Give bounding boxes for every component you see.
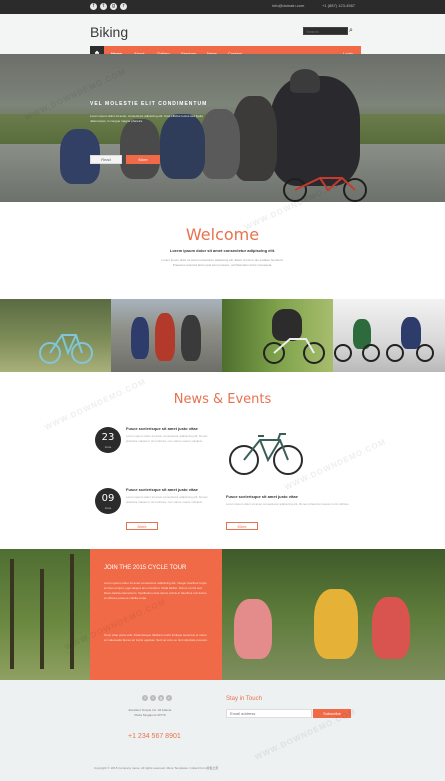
hero-headline: VEL MOLESTIE ELIT CONDIMENTUM xyxy=(90,101,208,107)
newsletter-subscribe-button[interactable]: Subscribe xyxy=(313,709,351,718)
gallery-photo-rider-motion[interactable] xyxy=(222,299,333,372)
race-cyclist xyxy=(181,315,201,361)
welcome-subtitle: Lorem ipsum dolor sit amet consectetur a… xyxy=(169,248,276,253)
gallery-photo-bike-grass[interactable] xyxy=(0,299,111,372)
event-date-badge: 23 June xyxy=(95,427,121,453)
twitter-icon[interactable]: t xyxy=(150,695,156,701)
hero-banner: VEL MOLESTIE ELIT CONDIMENTUM Lorem ipsu… xyxy=(0,54,445,202)
footer-address: Excellent Temple Inc. 26 Adama Plaza Sin… xyxy=(128,708,172,717)
tour-text: Lorem ipsum dolor sit amet consectetur a… xyxy=(104,581,207,600)
top-email[interactable]: info@domain.com xyxy=(272,3,304,8)
facebook-icon[interactable]: f xyxy=(142,695,148,701)
google-plus-icon[interactable]: g xyxy=(158,695,164,701)
race-cyclist xyxy=(131,317,149,359)
welcome-text: Lorem ipsum dolor sit amet consectetur a… xyxy=(161,258,284,267)
google-plus-icon[interactable]: g xyxy=(110,3,117,10)
tour-cyclist xyxy=(234,599,272,659)
event-month: June xyxy=(104,445,112,449)
news-title: News & Events xyxy=(173,392,272,407)
event-date-badge: 09 June xyxy=(95,488,121,514)
event-text: Lorem ipsum dolor sit amet consectetur a… xyxy=(126,495,208,504)
footer: f t g r Excellent Temple Inc. 26 Adama P… xyxy=(0,680,445,781)
site-logo[interactable]: Biking xyxy=(90,24,128,40)
tour-text: Nunc vitae porta velit. Pellentesque hab… xyxy=(104,633,208,642)
top-bar: f t g r info@domain.com +1 (887) 123-456… xyxy=(0,0,445,14)
twitter-icon[interactable]: t xyxy=(100,3,107,10)
hero-helmet xyxy=(290,69,320,93)
event-more-button[interactable]: More xyxy=(226,522,258,530)
search-icon[interactable]: ⌕ xyxy=(349,26,353,35)
rss-icon[interactable]: r xyxy=(120,3,127,10)
photo-strip xyxy=(0,299,445,372)
tour-cyclist xyxy=(372,597,410,659)
tour-info-box: JOIN THE 2015 CYCLE TOUR Lorem ipsum dol… xyxy=(90,549,222,680)
gallery-photo-race-street[interactable] xyxy=(111,299,222,372)
event-day: 09 xyxy=(101,493,115,504)
hero-more-button[interactable]: More xyxy=(126,155,160,164)
tour-title: JOIN THE 2015 CYCLE TOUR xyxy=(104,565,187,571)
event-text: Lorem ipsum dolor sit amet consectetur a… xyxy=(126,434,208,443)
tour-section: JOIN THE 2015 CYCLE TOUR Lorem ipsum dol… xyxy=(0,549,445,680)
gallery-photo-race-track[interactable] xyxy=(333,299,445,372)
newsletter-email-input[interactable] xyxy=(226,709,312,718)
facebook-icon[interactable]: f xyxy=(90,3,97,10)
bicycle-icon xyxy=(334,344,434,362)
bicycle-icon xyxy=(263,338,325,364)
event-title[interactable]: Fusce scelerisque sit amet justo vitae xyxy=(126,487,198,492)
hero-bike xyxy=(283,177,367,202)
event-month: June xyxy=(104,506,112,510)
event-title[interactable]: Fusce scelerisque sit amet justo vitae xyxy=(126,426,198,431)
footer-phone: +1 234 567 8901 xyxy=(128,733,181,740)
newsletter-title: Stay in Touch xyxy=(226,696,262,702)
event-more-button[interactable]: More xyxy=(126,522,158,530)
footer-copyright: Copyright © 2015 Company name. All right… xyxy=(94,766,219,770)
bicycle-icon xyxy=(39,334,93,364)
rss-icon[interactable]: r xyxy=(166,695,172,701)
event-title[interactable]: Fusce scelerisque sit amet justo vitae xyxy=(226,494,298,499)
hero-text: Lorem ipsum dolor sit amet, consectetur … xyxy=(90,114,203,123)
search-input[interactable] xyxy=(303,27,348,35)
top-phone: +1 (887) 123-4567 xyxy=(322,3,356,8)
tour-photo-trees xyxy=(0,549,90,680)
hero-read-button[interactable]: Read xyxy=(90,155,122,164)
event-day: 23 xyxy=(101,432,115,443)
featured-bicycle-image xyxy=(229,433,303,475)
event-text: Lorem ipsum dolor sit amet consectetur a… xyxy=(226,502,350,506)
tour-photo-cyclists xyxy=(222,549,445,680)
tour-cyclist xyxy=(314,589,358,659)
welcome-title: Welcome xyxy=(185,225,260,244)
race-cyclist xyxy=(155,313,175,361)
page: f t g r info@domain.com +1 (887) 123-456… xyxy=(0,0,445,781)
